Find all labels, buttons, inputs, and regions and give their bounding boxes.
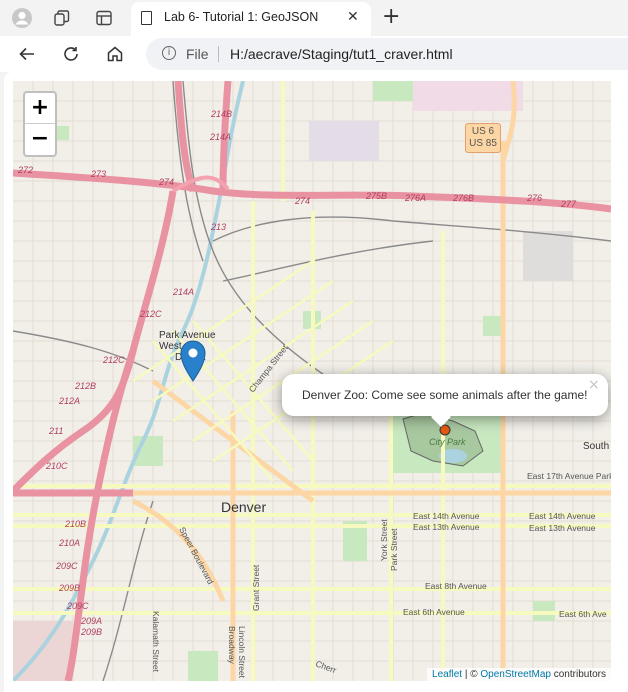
info-icon[interactable]: i — [162, 46, 176, 60]
exit-label: 276 — [526, 193, 542, 203]
url-text[interactable]: H:/aecrave/Staging/tut1_craver.html — [230, 46, 453, 62]
exit-label: 209B — [80, 627, 102, 637]
exit-label: 209C — [55, 561, 78, 571]
vertical-tabs-icon[interactable] — [90, 6, 118, 30]
street-label: East 13th Avenue — [529, 523, 596, 533]
refresh-icon[interactable] — [58, 42, 84, 66]
exit-label: 210C — [45, 461, 68, 471]
exit-label: 213 — [210, 222, 226, 232]
popup-text: Denver Zoo: Come see some animals after … — [302, 388, 588, 402]
street-label: Park Street — [389, 528, 399, 571]
leaflet-map[interactable]: 272 273 274 274 275B 276A 276B 276 277 2… — [13, 81, 611, 681]
exit-label: 274 — [158, 177, 174, 187]
street-label: Lincoln Street — [237, 626, 247, 679]
street-label: East 6th Avenue — [403, 607, 465, 617]
exit-label: 277 — [560, 199, 577, 209]
city-label: Denver — [221, 499, 266, 515]
exit-label: 211 — [48, 426, 63, 436]
exit-label: 209C — [66, 601, 89, 611]
exit-label: 214A — [209, 132, 231, 142]
exit-label: 210A — [58, 538, 80, 548]
place-label: South — [583, 441, 609, 452]
street-label: York Street — [379, 519, 389, 561]
attribution-suffix: contributors — [550, 669, 606, 680]
street-label: Grant Street — [251, 564, 261, 611]
street-label: Broadway — [227, 626, 237, 665]
profile-icon[interactable] — [8, 6, 36, 30]
exit-label: 210B — [64, 519, 86, 529]
zoom-out-button[interactable]: − — [25, 123, 55, 154]
shield-text: US 6 US 85 — [469, 126, 497, 149]
street-label: East 8th Avenue — [425, 581, 487, 591]
zoom-control: + − — [23, 91, 57, 157]
home-icon[interactable] — [102, 42, 128, 66]
tab-title: Lab 6- Tutorial 1: GeoJSON — [164, 10, 319, 24]
zoom-in-button[interactable]: + — [25, 93, 55, 123]
exit-label: 212B — [74, 381, 96, 391]
location-marker-icon[interactable] — [180, 340, 206, 382]
exit-label: 212C — [102, 355, 125, 365]
exit-label: 212A — [58, 396, 80, 406]
street-label: Speer Boulevard — [177, 525, 216, 586]
popup-close-icon[interactable]: × — [588, 377, 600, 393]
exit-label: 273 — [90, 169, 106, 179]
place-label: Park Avenue — [159, 330, 216, 341]
zoo-point-icon — [439, 424, 451, 436]
exit-label: 214A — [172, 287, 194, 297]
address-toolbar: i File H:/aecrave/Staging/tut1_craver.ht… — [0, 36, 628, 72]
osm-link[interactable]: OpenStreetMap — [480, 669, 551, 680]
attribution: Leaflet | © OpenStreetMap contributors — [427, 668, 611, 681]
park-label: City Park — [429, 437, 466, 447]
map-popup: Denver Zoo: Come see some animals after … — [282, 374, 608, 427]
address-bar[interactable]: i File H:/aecrave/Staging/tut1_craver.ht… — [146, 38, 628, 70]
active-tab[interactable]: Lab 6- Tutorial 1: GeoJSON ✕ — [131, 2, 371, 36]
street-label: East 14th Avenue — [529, 511, 596, 521]
document-icon — [141, 11, 152, 25]
exit-label: 209B — [58, 583, 80, 593]
street-label: East 13th Avenue — [413, 522, 480, 532]
tab-strip: Lab 6- Tutorial 1: GeoJSON ✕ + — [0, 0, 628, 36]
highway-shield: US 6 US 85 — [465, 123, 501, 153]
exit-label: 272 — [17, 165, 33, 175]
street-label: East 14th Avenue — [413, 511, 480, 521]
street-label: East 6th Ave — [559, 609, 607, 619]
divider — [218, 46, 219, 62]
street-label: Kalamath Street — [151, 611, 161, 673]
leaflet-link[interactable]: Leaflet — [432, 669, 462, 680]
exit-label: 209A — [80, 616, 102, 626]
new-tab-icon[interactable]: + — [382, 4, 400, 29]
exit-label: 276B — [452, 193, 474, 203]
scheme-label: File — [186, 46, 209, 62]
workspaces-icon[interactable] — [48, 6, 76, 30]
page-content: 272 273 274 274 275B 276A 276B 276 277 2… — [4, 72, 628, 692]
exit-label: 276A — [404, 193, 426, 203]
street-label: East 17th Avenue Parkw — [527, 471, 611, 481]
attribution-separator: | © — [462, 669, 481, 680]
exit-label: 214B — [210, 109, 232, 119]
place-label: West — [159, 341, 182, 352]
exit-label: 275B — [365, 191, 387, 201]
back-icon[interactable] — [14, 42, 40, 66]
exit-label: 274 — [294, 196, 310, 206]
close-tab-icon[interactable]: ✕ — [347, 8, 359, 25]
exit-label: 212C — [139, 309, 162, 319]
